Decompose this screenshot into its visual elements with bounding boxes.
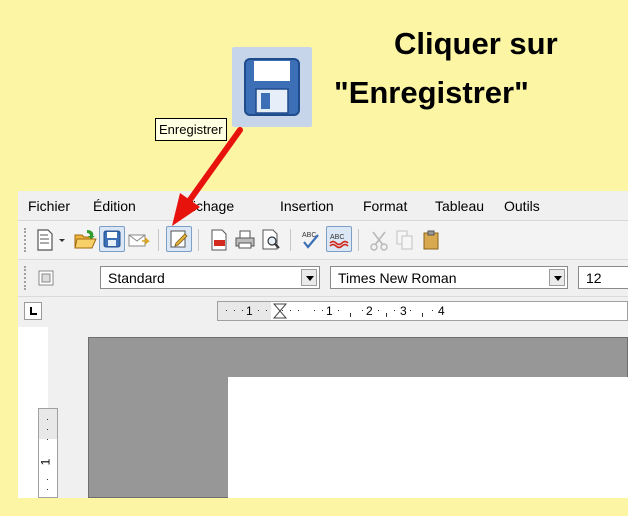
page-preview-icon[interactable] bbox=[258, 227, 284, 253]
ruler-label: 1 bbox=[326, 304, 333, 318]
menu-tableau[interactable]: Tableau bbox=[435, 198, 484, 214]
toolbar-grip[interactable] bbox=[24, 266, 28, 290]
menu-format[interactable]: Format bbox=[363, 198, 407, 214]
paragraph-style-value: Standard bbox=[108, 270, 165, 286]
new-document-icon[interactable] bbox=[32, 227, 58, 253]
cut-icon[interactable] bbox=[366, 227, 392, 253]
ruler-label: 3 bbox=[400, 304, 407, 318]
toolbar-separator bbox=[198, 229, 199, 251]
print-icon[interactable] bbox=[232, 227, 258, 253]
standard-toolbar: ABC ABC bbox=[18, 221, 628, 260]
paragraph-style-combo[interactable]: Standard bbox=[100, 266, 320, 289]
writer-window: Fichier Édition Affichage Insertion Form… bbox=[18, 191, 628, 498]
banner-margin-bottom bbox=[0, 498, 628, 516]
paste-icon[interactable] bbox=[418, 227, 444, 253]
ruler-label: 4 bbox=[438, 304, 445, 318]
styles-icon[interactable] bbox=[34, 265, 60, 291]
new-dropdown-chevron-icon[interactable] bbox=[56, 227, 68, 253]
auto-spellcheck-icon[interactable]: ABC bbox=[326, 226, 352, 252]
document-page[interactable] bbox=[228, 377, 628, 498]
save-tooltip: Enregistrer bbox=[155, 118, 227, 141]
document-background bbox=[88, 337, 628, 498]
open-folder-icon[interactable] bbox=[72, 227, 98, 253]
floppy-disk-icon bbox=[232, 47, 312, 127]
chevron-down-icon[interactable] bbox=[549, 269, 565, 286]
vertical-ruler-label: 1 bbox=[38, 458, 53, 466]
tab-stop-selector[interactable] bbox=[24, 302, 42, 320]
menu-edition[interactable]: Édition bbox=[93, 198, 136, 214]
export-pdf-icon[interactable] bbox=[206, 227, 232, 253]
menu-bar: Fichier Édition Affichage Insertion Form… bbox=[18, 191, 628, 221]
email-document-icon[interactable] bbox=[126, 227, 152, 253]
menu-fichier[interactable]: Fichier bbox=[28, 198, 70, 214]
font-size-value: 12 bbox=[586, 270, 602, 286]
save-icon[interactable] bbox=[99, 226, 125, 252]
vertical-ruler[interactable]: 1 bbox=[38, 408, 58, 498]
toolbar-separator bbox=[290, 229, 291, 251]
font-name-value: Times New Roman bbox=[338, 270, 457, 286]
menu-insertion[interactable]: Insertion bbox=[280, 198, 334, 214]
instruction-line-1: Cliquer sur bbox=[394, 26, 558, 61]
chevron-down-icon[interactable] bbox=[301, 269, 317, 286]
ruler-label: 2 bbox=[366, 304, 373, 318]
banner-margin-left bbox=[0, 191, 18, 516]
edit-mode-icon[interactable] bbox=[166, 226, 192, 252]
formatting-toolbar: Standard Times New Roman 12 bbox=[18, 260, 628, 297]
spellcheck-icon[interactable]: ABC bbox=[298, 227, 324, 253]
tutorial-screenshot: Cliquer sur "Enregistrer" Fichier Éditio… bbox=[0, 0, 628, 516]
toolbar-grip[interactable] bbox=[24, 228, 28, 252]
ruler-label: 1 bbox=[246, 304, 253, 318]
font-name-combo[interactable]: Times New Roman bbox=[330, 266, 568, 289]
document-area bbox=[48, 327, 628, 498]
ruler-bar: 1 1 2 3 4 bbox=[18, 297, 628, 327]
menu-outils[interactable]: Outils bbox=[504, 198, 540, 214]
horizontal-ruler[interactable]: 1 1 2 3 4 bbox=[217, 301, 628, 321]
toolbar-separator bbox=[358, 229, 359, 251]
svg-text:ABC: ABC bbox=[330, 234, 344, 241]
toolbar-separator bbox=[158, 229, 159, 251]
instruction-line-2: "Enregistrer" bbox=[334, 75, 529, 110]
copy-icon[interactable] bbox=[392, 227, 418, 253]
ruler-ticks bbox=[226, 303, 433, 319]
font-size-combo[interactable]: 12 bbox=[578, 266, 628, 289]
vertical-ruler-ticks bbox=[47, 419, 48, 490]
menu-affichage[interactable]: Affichage bbox=[176, 198, 234, 214]
